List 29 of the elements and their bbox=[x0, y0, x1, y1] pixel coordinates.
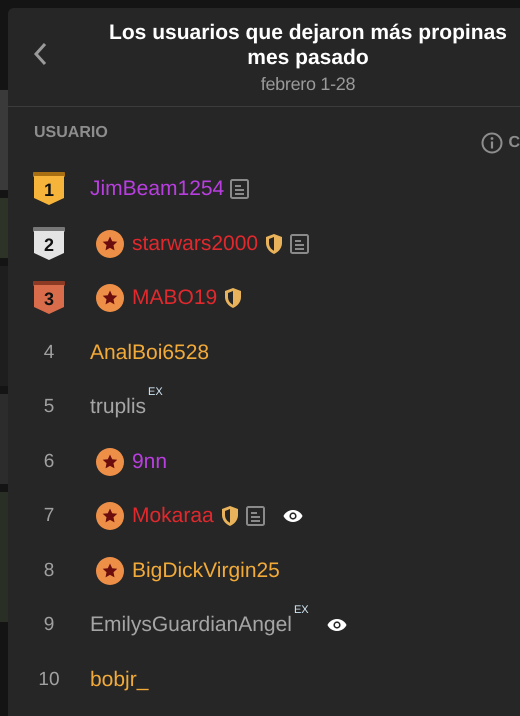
chevron-left-icon bbox=[33, 42, 47, 66]
rank-medal: 2 bbox=[33, 226, 65, 261]
rank-number: 8 bbox=[44, 560, 54, 582]
info-icon[interactable] bbox=[481, 132, 504, 154]
rank-number: 4 bbox=[44, 342, 54, 364]
date-range: febrero 1-28 bbox=[260, 74, 356, 94]
rank-medal: 3 bbox=[33, 281, 65, 316]
username[interactable]: 9nn bbox=[132, 450, 168, 474]
rank-number: 6 bbox=[44, 450, 54, 473]
column-header: C bbox=[508, 134, 520, 152]
username[interactable]: truplis bbox=[90, 395, 146, 420]
superscript-label: EX bbox=[148, 386, 163, 398]
panel-title: Los usuarios que dejaron más propinas mes pasado bbox=[108, 20, 508, 70]
username[interactable]: EmilysGuardianAngel bbox=[90, 613, 292, 638]
rank-number: 7 bbox=[44, 505, 54, 528]
column-header: USUARIO bbox=[34, 124, 108, 143]
username[interactable]: BigDickVirgin25 bbox=[132, 558, 280, 583]
username[interactable]: AnalBoi6528 bbox=[90, 340, 210, 365]
username[interactable]: MABO19 bbox=[132, 286, 218, 310]
username[interactable]: bobjr_ bbox=[90, 668, 148, 692]
rank-number: 5 bbox=[44, 396, 54, 418]
background-panel bbox=[0, 198, 8, 258]
superscript-label: EX bbox=[294, 604, 309, 616]
rank-number: 10 bbox=[38, 668, 60, 691]
username[interactable]: starwars2000 bbox=[132, 232, 258, 256]
rank-number: 9 bbox=[44, 614, 54, 636]
username[interactable]: JimBeam1254 bbox=[90, 177, 224, 202]
rank-medal: 1 bbox=[33, 172, 65, 206]
username[interactable]: Mokaraa bbox=[132, 504, 214, 528]
